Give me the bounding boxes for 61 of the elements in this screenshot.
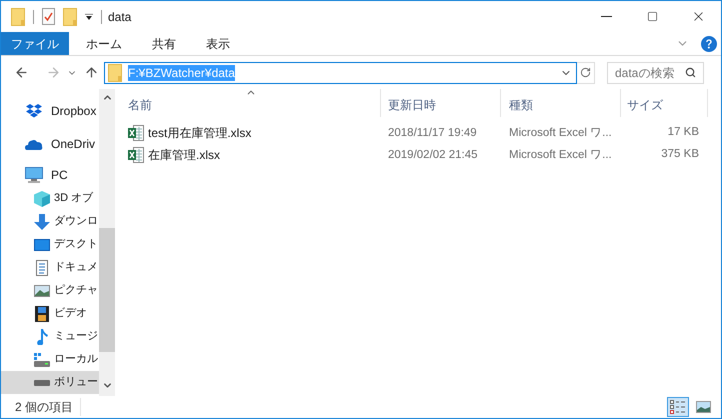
column-header[interactable]: 更新日時 xyxy=(381,89,501,117)
table-cell: 2018/11/17 19:49 xyxy=(388,127,477,140)
checklist-icon[interactable] xyxy=(42,8,55,25)
drive-icon xyxy=(34,380,50,386)
dropbox-icon xyxy=(26,104,42,118)
sidebar-item[interactable]: ダウンロ xyxy=(1,210,99,233)
table-cell: 2019/02/02 21:45 xyxy=(388,149,478,162)
file-name[interactable]: test用在庫管理.xlsx xyxy=(148,124,252,142)
sidebar-item[interactable]: デスクト xyxy=(1,233,99,256)
sidebar-item[interactable]: ビデオ xyxy=(1,302,99,325)
film-icon xyxy=(34,306,48,322)
folder-icon xyxy=(63,8,77,26)
sidebar-item[interactable]: PC xyxy=(1,163,99,187)
search-field[interactable]: dataの検索 xyxy=(607,62,704,84)
drive-icon xyxy=(34,352,50,366)
computer-icon xyxy=(25,167,43,183)
table-cell: Microsoft Excel ワ... xyxy=(509,149,612,162)
sidebar-item[interactable]: ローカル xyxy=(1,348,99,371)
image-icon xyxy=(34,284,50,296)
details-view-button[interactable] xyxy=(667,397,689,417)
ribbon-tab[interactable]: 共有 xyxy=(139,32,189,55)
music-note-icon xyxy=(36,328,48,344)
ribbon-tab[interactable]: ファイル xyxy=(1,32,69,55)
download-arrow-icon xyxy=(34,214,50,230)
item-count: 2 個の項目 xyxy=(1,398,81,416)
sidebar-item[interactable]: Dropbox xyxy=(1,99,99,123)
scrollbar[interactable] xyxy=(99,89,115,396)
document-icon xyxy=(36,260,48,276)
maximize-icon xyxy=(646,11,658,22)
refresh-button[interactable] xyxy=(577,62,595,84)
cube-icon xyxy=(34,190,50,206)
address-text: F:¥BZWatcher¥data xyxy=(128,64,235,80)
scrollbar-thumb[interactable] xyxy=(99,228,115,352)
refresh-icon xyxy=(580,67,591,78)
column-header[interactable]: 名前 xyxy=(121,89,381,117)
window-title: data xyxy=(108,8,132,26)
folder-icon xyxy=(11,8,25,26)
table-cell: Microsoft Excel ワ... xyxy=(509,127,612,140)
sidebar-item[interactable]: ドキュメ xyxy=(1,256,99,279)
cloud-icon xyxy=(25,138,43,150)
sidebar-item[interactable]: OneDriv xyxy=(1,132,99,156)
table-cell-text: 17 KB xyxy=(668,125,699,140)
ribbon-tab[interactable]: 表示 xyxy=(193,32,243,55)
minimize-icon xyxy=(600,16,612,17)
help-icon[interactable] xyxy=(701,36,717,52)
sidebar-item[interactable]: 3D オブ xyxy=(1,187,99,210)
ribbon-tab[interactable]: ホーム xyxy=(73,32,135,55)
desktop-icon xyxy=(34,238,50,250)
column-header[interactable]: サイズ xyxy=(621,89,708,117)
forward-arrow-icon xyxy=(46,65,60,80)
column-header[interactable]: 種類 xyxy=(501,89,621,117)
sidebar-item[interactable]: ミュージ xyxy=(1,325,99,348)
sidebar-item[interactable]: ボリュー xyxy=(1,371,99,394)
spreadsheet-icon xyxy=(128,125,144,141)
file-name[interactable]: 在庫管理.xlsx xyxy=(148,146,220,164)
sidebar-item[interactable]: ピクチャ xyxy=(1,279,99,302)
dropdown-caret-icon[interactable] xyxy=(85,14,93,20)
folder-icon xyxy=(108,64,122,82)
spreadsheet-icon xyxy=(128,147,144,163)
search-icon xyxy=(685,67,696,78)
table-cell-text: 375 KB xyxy=(661,147,699,162)
